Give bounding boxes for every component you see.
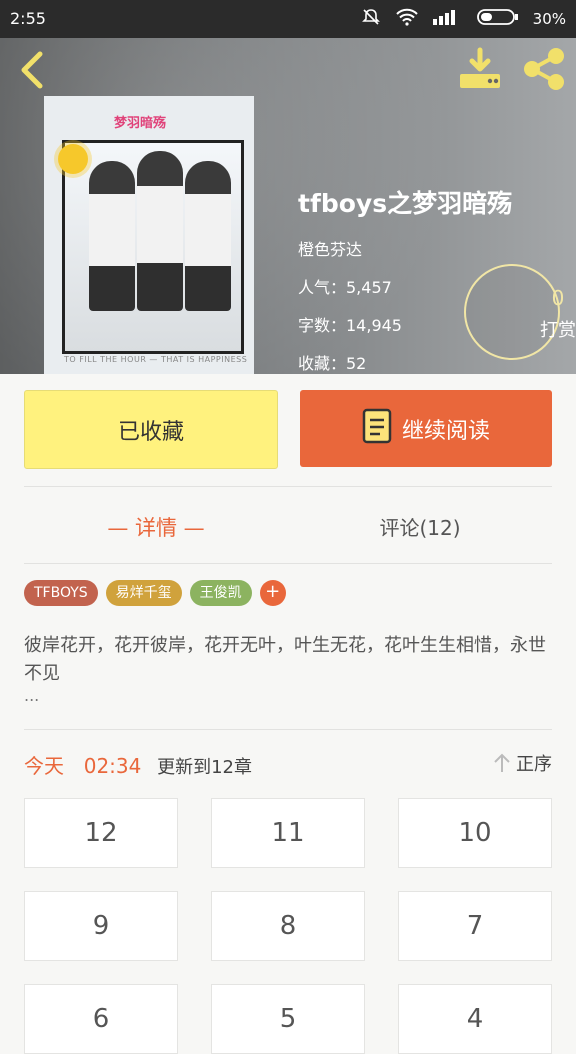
continue-reading-label: 继续阅读 — [401, 418, 490, 444]
cover-person — [137, 151, 183, 311]
cover-title: 梦羽暗殇 — [114, 116, 167, 131]
tag-chip[interactable]: TFBOYS — [24, 580, 98, 606]
cover-photo — [62, 140, 244, 354]
cover-person — [185, 161, 231, 311]
update-status: 更新到12章 — [157, 757, 253, 778]
chapter-button[interactable]: 11 — [211, 798, 365, 868]
book-title: tfboys之梦羽暗殇 — [298, 189, 513, 218]
back-arrow-icon — [21, 51, 43, 89]
divider — [24, 563, 552, 564]
battery-percent: 30% — [532, 10, 566, 28]
cover-person — [89, 161, 135, 311]
back-button[interactable] — [14, 48, 54, 89]
status-time: 2:55 — [10, 9, 46, 28]
reward-label: 打赏 — [540, 320, 576, 341]
wifi-icon — [395, 8, 419, 30]
chapter-button[interactable]: 12 — [24, 798, 178, 868]
collected-button[interactable]: 已收藏 — [24, 390, 278, 469]
reward-count: 0 — [551, 286, 565, 310]
chapter-button[interactable]: 5 — [211, 984, 365, 1054]
chapter-button[interactable]: 4 — [398, 984, 552, 1054]
divider — [24, 729, 552, 730]
book-cover[interactable]: 梦羽暗殇 TO FILL THE HOUR — THAT IS HAPPINES… — [44, 96, 254, 374]
tab-comments[interactable]: 评论(12) — [288, 512, 552, 541]
divider — [24, 486, 552, 487]
chapter-button[interactable]: 9 — [24, 891, 178, 961]
reward-button[interactable]: 0 打赏 — [464, 264, 576, 360]
tag-chip[interactable]: 王俊凯 — [189, 580, 252, 606]
status-icons: 30% — [361, 7, 566, 31]
battery-icon — [476, 8, 519, 30]
chapter-button[interactable]: 8 — [211, 891, 365, 961]
signal-icon — [432, 9, 463, 29]
update-day: 今天 — [24, 754, 64, 778]
sort-label: 正序 — [516, 754, 552, 775]
tag-chip[interactable]: 易烊千玺 — [105, 580, 182, 606]
continue-reading-button[interactable]: 继续阅读 — [300, 390, 552, 467]
book-description[interactable]: 彼岸花开，花开彼岸，花开无叶，叶生无花，花叶生生相惜，永世不见 ... — [24, 632, 552, 704]
chapter-button[interactable]: 7 — [398, 891, 552, 961]
status-bar: 2:55 30% — [0, 0, 576, 38]
description-text: 彼岸花开，花开彼岸，花开无叶，叶生无花，花叶生生相惜，永世不见 — [24, 635, 546, 684]
share-button[interactable] — [520, 46, 568, 92]
collected-label: 已收藏 — [117, 419, 184, 445]
tab-detail[interactable]: — 详情 — — [24, 512, 288, 542]
update-time: 02:34 — [83, 754, 142, 778]
cover-caption: TO FILL THE HOUR — THAT IS HAPPINESS — [64, 355, 248, 364]
arrow-up-icon — [494, 753, 510, 772]
sort-order-button[interactable]: 正序 — [492, 750, 552, 776]
download-icon — [460, 47, 500, 88]
tag-list: TFBOYS 易烊千玺 王俊凯 + — [24, 580, 286, 606]
book-header: 梦羽暗殇 TO FILL THE HOUR — THAT IS HAPPINES… — [0, 38, 576, 374]
book-favorites: 收藏：52 — [298, 354, 367, 373]
book-author[interactable]: 橙色芬达 — [298, 236, 512, 260]
chapter-button[interactable]: 6 — [24, 984, 178, 1054]
update-info: 今天 02:34 更新到12章 正序 — [24, 750, 552, 780]
download-button[interactable] — [456, 46, 504, 92]
add-tag-button[interactable]: + — [259, 580, 286, 606]
book-icon — [362, 408, 392, 450]
chapter-button[interactable]: 10 — [398, 798, 552, 868]
share-icon — [524, 48, 564, 90]
sun-icon — [58, 144, 88, 174]
expand-ellipsis[interactable]: ... — [24, 688, 552, 704]
mute-icon — [361, 7, 381, 31]
